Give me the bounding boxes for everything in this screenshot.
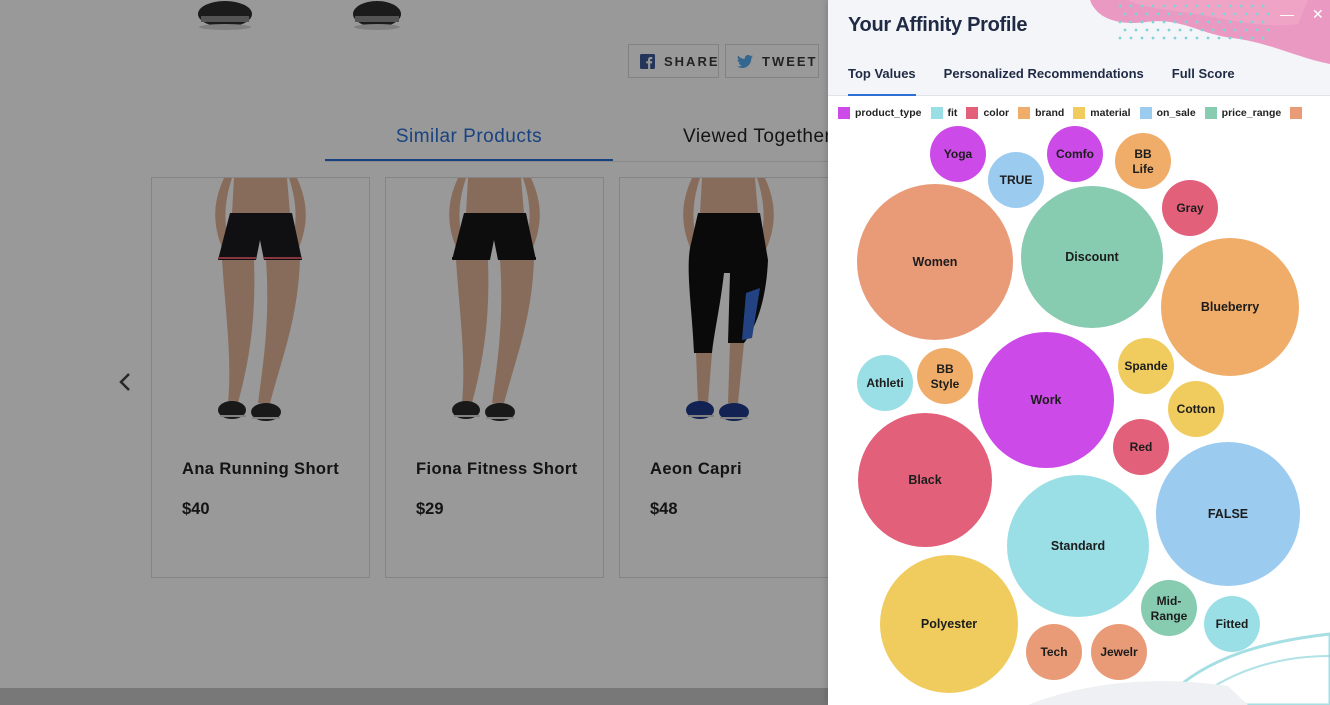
bubble-fitted[interactable]: Fitted: [1204, 596, 1260, 652]
bubble-blueberry[interactable]: Blueberry: [1161, 238, 1299, 376]
legend-label: price_range: [1221, 107, 1282, 119]
bubble-black[interactable]: Black: [858, 413, 992, 547]
legend-item[interactable]: product_type: [838, 107, 922, 119]
legend-label: brand: [1035, 107, 1065, 119]
bubble-mid-range[interactable]: Mid-Range: [1141, 580, 1197, 636]
bubble-work[interactable]: Work: [978, 332, 1114, 468]
bubble-label: Cotton: [1177, 402, 1216, 416]
bubble-circle[interactable]: [1141, 580, 1197, 636]
panel-header: Your Affinity Profile — ✕ Top Values Per…: [828, 0, 1330, 96]
tab-personalized-recommendations[interactable]: Personalized Recommendations: [944, 66, 1144, 96]
bubble-chart-area: Yoga TRUE Comfo BB Life Gray Women Discount Blue…: [828, 96, 1330, 705]
legend-label: color: [983, 107, 1010, 119]
minimize-icon[interactable]: —: [1280, 6, 1294, 22]
bubble-label: Discount: [1065, 250, 1119, 264]
bubble-label: Polyester: [921, 617, 977, 631]
bubble-label: Standard: [1051, 539, 1105, 553]
bubble-spande[interactable]: Spande: [1118, 338, 1174, 394]
legend-item[interactable]: price_range: [1204, 107, 1282, 119]
legend-label: fit: [947, 107, 958, 119]
bubble-label: Blueberry: [1201, 300, 1259, 314]
legend-item[interactable]: fit: [930, 107, 958, 119]
bubble-label: Yoga: [944, 147, 973, 161]
bubble-label: Tech: [1040, 645, 1067, 659]
bubble-label: Athleti: [866, 376, 903, 390]
bubble-gray[interactable]: Gray: [1162, 180, 1218, 236]
legend-swatch: [1204, 107, 1217, 119]
bubble-label: Gray: [1176, 201, 1204, 215]
affinity-panel: Your Affinity Profile — ✕ Top Values Per…: [828, 0, 1330, 705]
legend-swatch: [1139, 107, 1152, 119]
bubble-label: Women: [913, 255, 958, 269]
bubble-discount[interactable]: Discount: [1021, 186, 1163, 328]
legend-label: on_sale: [1156, 107, 1196, 119]
legend-swatch: [1290, 107, 1303, 119]
modal-backdrop[interactable]: [0, 0, 830, 705]
legend-label: material: [1090, 107, 1131, 119]
panel-title: Your Affinity Profile: [848, 14, 1028, 36]
bubble-athleti[interactable]: Athleti: [857, 355, 913, 411]
bubble-label: FALSE: [1208, 507, 1248, 521]
bubble-chart: Yoga TRUE Comfo BB Life Gray Women Discount Blue…: [857, 126, 1330, 705]
bubble-comfo[interactable]: Comfo: [1047, 126, 1103, 182]
legend-swatch: [1018, 107, 1031, 119]
bubble-polyester[interactable]: Polyester: [880, 555, 1018, 693]
legend-item[interactable]: brand: [1018, 107, 1064, 119]
bubble-yoga[interactable]: Yoga: [930, 126, 986, 182]
legend-label: product_type: [855, 107, 922, 119]
tab-top-values[interactable]: Top Values: [848, 66, 916, 96]
legend-swatch: [1073, 107, 1086, 119]
bubble-women[interactable]: Women: [857, 184, 1013, 340]
bubble-label: Spande: [1124, 359, 1168, 373]
legend-swatch: [838, 107, 850, 119]
bubble-bb-life[interactable]: BB Life: [1115, 133, 1171, 189]
legend-item[interactable]: material: [1073, 107, 1131, 119]
bubble-red[interactable]: Red: [1113, 419, 1169, 475]
bubble-false[interactable]: FALSE: [1156, 442, 1300, 586]
bubble-label: Jewelr: [1100, 645, 1138, 659]
bubble-label: Black: [908, 473, 941, 487]
bubble-bb-style[interactable]: BB Style: [917, 348, 973, 404]
tab-full-score[interactable]: Full Score: [1172, 66, 1235, 96]
bubble-standard[interactable]: Standard: [1007, 475, 1149, 617]
legend-item[interactable]: color: [966, 107, 1009, 119]
chart-legend: product_type fit color brand material on_sale…: [838, 107, 1303, 119]
legend-item[interactable]: [1290, 107, 1303, 119]
bubble-jewelr[interactable]: Jewelr: [1091, 624, 1147, 680]
legend-swatch: [966, 107, 979, 119]
close-icon[interactable]: ✕: [1312, 6, 1324, 23]
bubble-label: Fitted: [1216, 617, 1249, 631]
bubble-label: Work: [1030, 393, 1061, 407]
bubble-label: TRUE: [1000, 173, 1033, 187]
legend-swatch: [930, 107, 943, 119]
legend-item[interactable]: on_sale: [1139, 107, 1196, 119]
bubble-label: Comfo: [1056, 147, 1094, 161]
bubble-true[interactable]: TRUE: [988, 152, 1044, 208]
bubble-circle[interactable]: [1115, 133, 1171, 189]
bubble-cotton[interactable]: Cotton: [1168, 381, 1224, 437]
bubble-label: Red: [1130, 440, 1153, 454]
bubble-circle[interactable]: [917, 348, 973, 404]
bubble-tech[interactable]: Tech: [1026, 624, 1082, 680]
panel-tabs: Top Values Personalized Recommendations …: [848, 66, 1235, 96]
bubble-label: BB Life: [1132, 147, 1154, 176]
